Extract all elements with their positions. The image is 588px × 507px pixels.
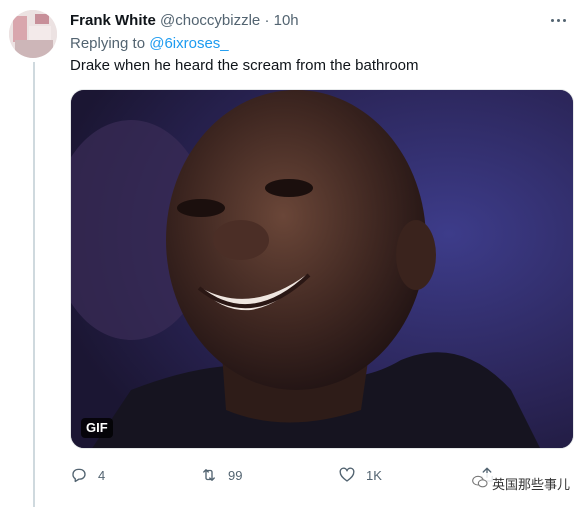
retweet-count: 99: [228, 467, 243, 483]
reply-icon[interactable]: [64, 460, 94, 490]
gif-frame: [71, 90, 573, 448]
replying-to-label: Replying to: [70, 35, 146, 52]
tweet-text: Drake when he heard the scream from the …: [70, 57, 419, 74]
reply-action[interactable]: 4: [64, 460, 105, 490]
like-count: 1K: [366, 467, 382, 483]
avatar-image: [9, 10, 57, 58]
author-name[interactable]: Frank White: [70, 12, 156, 29]
watermark: 英国那些事儿: [468, 473, 575, 494]
watermark-text: 英国那些事儿: [492, 477, 571, 492]
like-icon[interactable]: [332, 460, 362, 490]
timestamp[interactable]: 10h: [274, 12, 299, 29]
more-icon[interactable]: [546, 8, 570, 32]
retweet-icon[interactable]: [194, 460, 224, 490]
reply-count: 4: [98, 467, 106, 483]
retweet-action[interactable]: 99: [194, 460, 242, 490]
author-handle[interactable]: @choccybizzle: [160, 12, 260, 29]
like-action[interactable]: 1K: [332, 460, 382, 490]
replying-to: Replying to @6ixroses_: [70, 34, 229, 54]
separator: ·: [264, 12, 270, 29]
wechat-icon: [472, 475, 488, 492]
thread-line: [33, 62, 35, 507]
replying-to-handle[interactable]: @6ixroses_: [149, 35, 228, 52]
gif-badge: GIF: [81, 418, 113, 438]
avatar[interactable]: [9, 10, 57, 58]
gif-media[interactable]: GIF: [70, 89, 574, 449]
tweet-header: Frank White @choccybizzle · 10h: [70, 11, 299, 31]
